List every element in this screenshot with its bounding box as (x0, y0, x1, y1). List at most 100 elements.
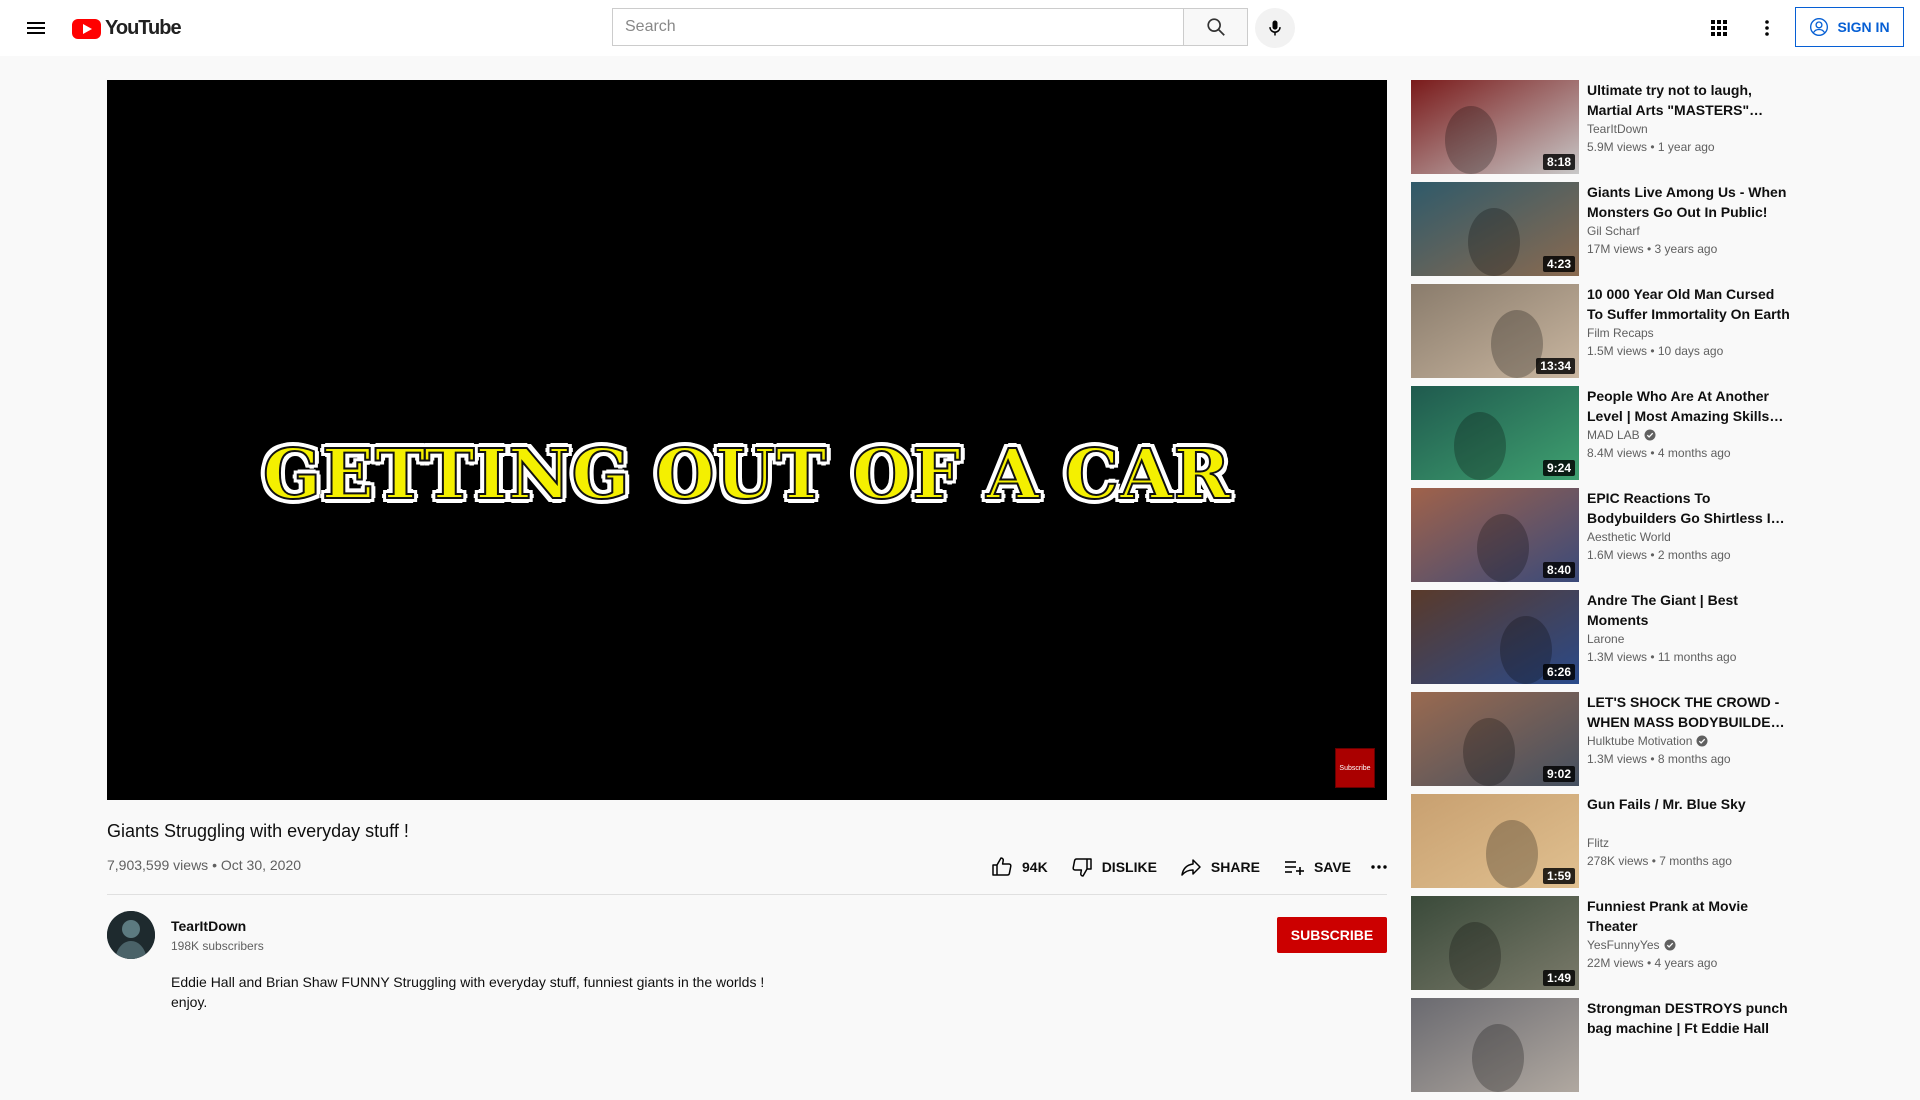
share-button[interactable]: SHARE (1179, 855, 1260, 879)
verified-check-icon (1664, 939, 1676, 951)
recommended-channel[interactable]: YesFunnyYes (1587, 938, 1676, 952)
recommended-video[interactable]: 13:34 10 000 Year Old Man Cursed To Suffe… (1411, 284, 1791, 378)
search-button[interactable] (1184, 8, 1248, 46)
recommended-video[interactable]: Strongman DESTROYS punch bag machine | F… (1411, 998, 1791, 1092)
recommended-video[interactable]: 6:26 Andre The Giant | Best Moments Larone… (1411, 590, 1791, 684)
logo-text: YouTube (105, 17, 182, 39)
youtube-logo[interactable]: YouTube (72, 17, 182, 40)
voice-search-button[interactable] (1255, 8, 1295, 48)
description-text: Eddie Hall and Brian Shaw FUNNY Struggli… (171, 974, 765, 990)
recommended-channel[interactable]: Aesthetic World (1587, 530, 1671, 544)
subscribe-button[interactable]: SUBSCRIBE (1277, 917, 1387, 953)
recommended-stats: 1.3M views • 8 months ago (1587, 752, 1731, 766)
video-thumbnail[interactable]: 9:24 (1411, 386, 1579, 480)
apps-button[interactable] (1706, 15, 1732, 41)
account-icon (1810, 18, 1829, 36)
video-thumbnail[interactable]: 1:59 (1411, 794, 1579, 888)
recommended-channel-name: Larone (1587, 632, 1625, 646)
recommended-video[interactable]: 8:18 Ultimate try not to laugh, Martial A… (1411, 80, 1791, 174)
video-view-count-date: 7,903,599 views • Oct 30, 2020 (107, 857, 302, 873)
menu-button[interactable] (24, 16, 48, 40)
vertical-dots-icon (1765, 20, 1769, 36)
video-overlay-caption: GETTING OUT OF A CAR (262, 434, 1232, 516)
recommended-channel-name: MAD LAB (1587, 428, 1640, 442)
recommended-channel[interactable]: Film Recaps (1587, 326, 1654, 340)
recommended-stats: 1.6M views • 2 months ago (1587, 548, 1731, 562)
video-duration: 9:24 (1542, 460, 1575, 476)
channel-avatar[interactable] (107, 911, 155, 959)
subscriber-count: 198K subscribers (171, 939, 264, 953)
recommended-stats: 1.3M views • 11 months ago (1587, 650, 1737, 664)
recommended-video[interactable]: 1:49 Funniest Prank at Movie Theater YesFu… (1411, 896, 1791, 990)
video-duration: 8:40 (1542, 562, 1575, 578)
recommended-video-title[interactable]: EPIC Reactions To Bodybuilders Go Shirtl… (1587, 488, 1791, 528)
watermark-label: Subscribe (1339, 764, 1371, 772)
thumbs-down-icon (1072, 858, 1092, 877)
search-input[interactable] (612, 8, 1184, 46)
search-icon (1206, 18, 1225, 36)
recommended-stats: 278K views • 7 months ago (1587, 854, 1732, 868)
recommended-video-title[interactable]: Giants Live Among Us - When Monsters Go … (1587, 182, 1791, 222)
info-divider (107, 894, 1387, 895)
recommended-channel-name: Gil Scharf (1587, 224, 1640, 238)
recommended-channel-name: Flitz (1587, 836, 1609, 850)
video-player[interactable]: GETTING OUT OF A CAR Subscribe (107, 80, 1387, 800)
like-count: 94K (1022, 859, 1048, 875)
video-thumbnail[interactable]: 1:49 (1411, 896, 1579, 990)
recommendations-list: 8:18 Ultimate try not to laugh, Martial A… (1411, 80, 1791, 1100)
video-thumbnail[interactable]: 8:18 (1411, 80, 1579, 174)
video-thumbnail[interactable]: 13:34 (1411, 284, 1579, 378)
recommended-channel[interactable]: Flitz (1587, 836, 1609, 850)
recommended-video-title[interactable]: Strongman DESTROYS punch bag machine | F… (1587, 998, 1791, 1038)
video-thumbnail[interactable]: 6:26 (1411, 590, 1579, 684)
dislike-button[interactable]: DISLIKE (1070, 855, 1157, 879)
video-thumbnail[interactable]: 9:02 (1411, 692, 1579, 786)
recommended-video[interactable]: 4:23 Giants Live Among Us - When Monsters… (1411, 182, 1791, 276)
recommended-stats: 22M views • 4 years ago (1587, 956, 1718, 970)
like-button[interactable]: 94K (990, 855, 1048, 879)
more-actions-button[interactable] (1367, 855, 1391, 879)
share-arrow-icon (1181, 859, 1201, 876)
description-text: enjoy. (171, 994, 208, 1010)
recommended-video[interactable]: 1:59 Gun Fails / Mr. Blue Sky Flitz 278K vi… (1411, 794, 1791, 888)
verified-check-icon (1644, 429, 1656, 441)
video-duration: 1:49 (1542, 970, 1575, 986)
channel-watermark[interactable]: Subscribe (1335, 748, 1375, 788)
recommended-video-title[interactable]: Funniest Prank at Movie Theater (1587, 896, 1791, 936)
recommended-video[interactable]: 9:02 LET'S SHOCK THE CROWD - WHEN MASS BO… (1411, 692, 1791, 786)
recommended-video-title[interactable]: LET'S SHOCK THE CROWD - WHEN MASS BODYBU… (1587, 692, 1791, 732)
save-label: SAVE (1313, 859, 1352, 875)
recommended-channel[interactable]: TearItDown (1587, 122, 1648, 136)
video-thumbnail[interactable]: 8:40 (1411, 488, 1579, 582)
thumbnail-image (1411, 998, 1579, 1092)
playlist-add-icon (1284, 861, 1304, 875)
recommended-stats: 8.4M views • 4 months ago (1587, 446, 1731, 460)
recommended-channel[interactable]: MAD LAB (1587, 428, 1656, 442)
recommended-channel[interactable]: Hulktube Motivation (1587, 734, 1708, 748)
settings-more-button[interactable] (1754, 15, 1780, 41)
recommended-video-title[interactable]: Ultimate try not to laugh, Martial Arts … (1587, 80, 1791, 120)
microphone-icon (1269, 20, 1281, 36)
recommended-channel[interactable]: Gil Scharf (1587, 224, 1640, 238)
recommended-video-title[interactable]: Gun Fails / Mr. Blue Sky (1587, 794, 1791, 814)
dislike-label: DISLIKE (1101, 859, 1157, 875)
recommended-video-title[interactable]: 10 000 Year Old Man Cursed To Suffer Imm… (1587, 284, 1791, 324)
sign-in-button[interactable]: SIGN IN (1795, 7, 1904, 47)
video-thumbnail[interactable]: 4:23 (1411, 182, 1579, 276)
save-button[interactable]: SAVE (1282, 855, 1351, 879)
recommended-channel[interactable]: Larone (1587, 632, 1624, 646)
recommended-channel-name: Aesthetic World (1587, 530, 1671, 544)
apps-grid-icon (1711, 20, 1727, 36)
recommended-video-title[interactable]: People Who Are At Another Level | Most A… (1587, 386, 1791, 426)
recommended-channel-name: Hulktube Motivation (1587, 734, 1693, 748)
video-thumbnail[interactable] (1411, 998, 1579, 1092)
recommended-channel-name: TearItDown (1587, 122, 1648, 136)
recommended-channel-name: Film Recaps (1587, 326, 1654, 340)
channel-name[interactable]: TearItDown (171, 918, 246, 934)
recommended-stats: 1.5M views • 10 days ago (1587, 344, 1724, 358)
recommended-video-title[interactable]: Andre The Giant | Best Moments (1587, 590, 1791, 630)
recommended-video[interactable]: 8:40 EPIC Reactions To Bodybuilders Go Sh… (1411, 488, 1791, 582)
thumbs-up-icon (992, 857, 1012, 876)
recommended-video[interactable]: 9:24 People Who Are At Another Level | Mo… (1411, 386, 1791, 480)
video-duration: 4:23 (1542, 256, 1575, 272)
